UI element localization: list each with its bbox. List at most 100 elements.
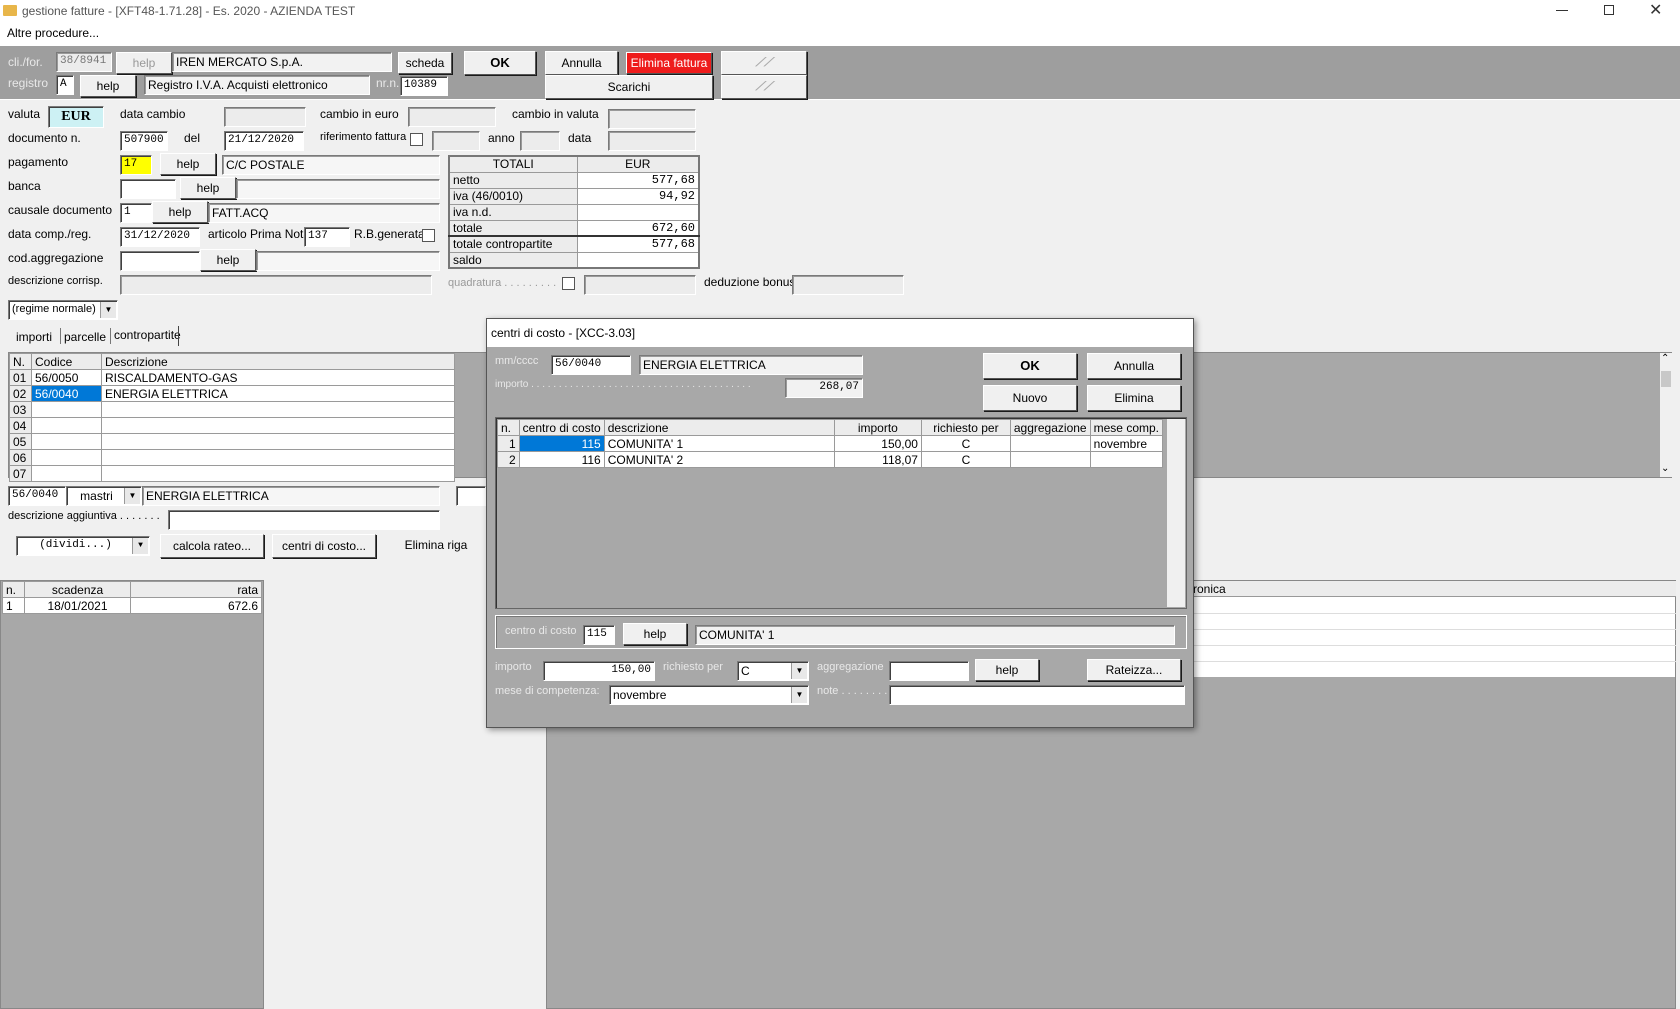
table-row[interactable]: 01 56/0050 RISCALDAMENTO-GAS	[9, 369, 455, 386]
descorr-field[interactable]	[120, 275, 432, 295]
agg-field[interactable]	[889, 661, 969, 681]
window-title: gestione fatture - [XFT48-1.71.28] - Es.…	[22, 4, 356, 18]
mastri-select[interactable]: mastri ▼	[66, 486, 142, 506]
scheda-button[interactable]: scheda	[398, 52, 452, 74]
mmcccc-field[interactable]: 56/0040	[551, 355, 631, 375]
totali-header: TOTALI	[448, 155, 578, 173]
cc-field[interactable]: 115	[583, 625, 615, 645]
data-cambio-field[interactable]	[224, 107, 306, 127]
dialog-nuovo-button[interactable]: Nuovo	[983, 385, 1077, 411]
dialog-annulla-button[interactable]: Annulla	[1087, 353, 1181, 379]
tool-icon-2[interactable]: ⟋⟋	[721, 75, 807, 99]
dialog-ok-button[interactable]: OK	[983, 353, 1077, 379]
rateizza-button[interactable]: Rateizza...	[1087, 659, 1181, 681]
scarichi-button[interactable]: Scarichi	[545, 75, 713, 99]
note-label: note . . . . . . . .	[817, 685, 888, 697]
articolo-label: articolo Prima Nota	[208, 227, 311, 241]
elimina-fattura-button[interactable]: Elimina fattura	[626, 52, 712, 74]
chevron-down-icon[interactable]: ⌄	[1661, 463, 1669, 474]
pagamento-label: pagamento	[8, 155, 69, 169]
del-label: del	[184, 131, 201, 145]
note-field[interactable]	[889, 685, 1185, 705]
menu-altre-procedure[interactable]: Altre procedure...	[7, 26, 99, 40]
anno-field[interactable]	[520, 131, 560, 151]
quadratura-label: quadratura . . . . . . . . .	[448, 277, 557, 289]
table-row[interactable]: 03	[9, 401, 455, 418]
regime-select[interactable]: (regime normale) ▼	[8, 300, 118, 320]
agg-help-button[interactable]: help	[975, 659, 1039, 681]
contro-extra-field[interactable]	[456, 486, 486, 506]
dialog-grid: n. centro di costo descrizione importo r…	[497, 419, 1164, 468]
clifor-field[interactable]: 38/8941	[56, 52, 112, 72]
mese-select[interactable]: novembre ▼	[609, 685, 809, 705]
quadratura-field[interactable]	[584, 275, 696, 295]
chevron-down-icon[interactable]: ▼	[791, 663, 807, 679]
table-row[interactable]: 07	[9, 465, 455, 482]
close-icon[interactable]: ✕	[1649, 0, 1662, 20]
scroll-thumb[interactable]	[1661, 371, 1671, 387]
pagamento-help-button[interactable]: help	[160, 153, 216, 175]
elimina-riga-button[interactable]: Elimina riga	[384, 534, 488, 558]
chevron-down-icon[interactable]: ▼	[132, 538, 148, 554]
causale-field[interactable]: 1	[120, 203, 152, 223]
nr-field[interactable]: 10389	[400, 76, 448, 96]
deduzione-field[interactable]	[792, 275, 904, 295]
table-row[interactable]: 06	[9, 449, 455, 466]
table-row[interactable]: 02 56/0040 ENERGIA ELETTRICA	[9, 385, 455, 402]
rbgen-checkbox[interactable]	[422, 229, 435, 242]
minimize-icon[interactable]	[1556, 10, 1568, 11]
restore-icon[interactable]	[1604, 5, 1614, 15]
chevron-down-icon[interactable]: ▼	[791, 687, 807, 703]
data-field[interactable]	[608, 131, 696, 151]
table-row[interactable]: 05	[9, 433, 455, 450]
valuta-field[interactable]: EUR	[48, 106, 104, 128]
banca-help-button[interactable]: help	[180, 177, 236, 199]
desc-agg-field[interactable]	[168, 510, 440, 530]
table-row[interactable]: 1 18/01/2021 672.6	[2, 597, 262, 614]
documento-field[interactable]: 507900	[120, 131, 168, 151]
chevron-up-icon[interactable]: ⌃	[1661, 353, 1669, 364]
centri-costo-dialog: centri di costo - [XCC-3.03] mm/cccc 56/…	[486, 318, 1194, 728]
registro-field[interactable]: A	[56, 75, 74, 95]
codagg-field[interactable]	[120, 251, 200, 271]
contro-scrollbar[interactable]: ⌃ ⌄	[1660, 353, 1672, 477]
rich-select[interactable]: C ▼	[737, 661, 809, 681]
registro-help-button[interactable]: help	[80, 75, 136, 97]
quadratura-checkbox[interactable]	[562, 277, 575, 290]
cc-help-button[interactable]: help	[623, 623, 687, 645]
chevron-down-icon[interactable]: ▼	[100, 302, 116, 318]
descorr-label: descrizione corrisp.	[8, 275, 103, 287]
tab-importi[interactable]: importi	[16, 330, 52, 344]
imp-field[interactable]: 150,00	[543, 661, 655, 681]
table-row[interactable]: 04	[9, 417, 455, 434]
table-row[interactable]: 2 116 COMUNITA' 2 118,07 C	[497, 451, 1164, 468]
banca-field[interactable]	[120, 179, 176, 199]
articolo-field[interactable]: 137	[304, 227, 350, 247]
clifor-help-button[interactable]: help	[116, 52, 172, 74]
del-field[interactable]: 21/12/2020	[224, 131, 304, 151]
imp-label: importo	[495, 661, 532, 673]
cambio-valuta-field[interactable]	[608, 109, 696, 129]
tab-contropartite[interactable]: contropartite	[114, 328, 181, 342]
centri-costo-button[interactable]: centri di costo...	[272, 534, 376, 558]
rif-fattura-checkbox[interactable]	[410, 133, 423, 146]
tool-icon-1[interactable]: ⟋⟋	[721, 51, 807, 75]
codagg-help-button[interactable]: help	[200, 249, 256, 271]
causale-desc: FATT.ACQ	[208, 203, 440, 223]
ok-button[interactable]: OK	[464, 51, 536, 75]
table-row[interactable]: 1 115 COMUNITA' 1 150,00 C novembre	[497, 435, 1164, 452]
datacomp-field[interactable]: 31/12/2020	[120, 227, 200, 247]
pagamento-field[interactable]: 17	[120, 155, 152, 175]
totali-row: totale 672,60	[448, 219, 700, 237]
dialog-elimina-button[interactable]: Elimina	[1087, 385, 1181, 411]
causale-help-button[interactable]: help	[152, 201, 208, 223]
cambio-euro-field[interactable]	[408, 107, 496, 127]
calcola-rateo-button[interactable]: calcola rateo...	[160, 534, 264, 558]
contro-code-field[interactable]: 56/0040	[8, 486, 66, 506]
rif-fattura-field[interactable]	[432, 131, 480, 151]
dividi-select[interactable]: (dividi...) ▼	[16, 536, 150, 556]
dialog-grid-scrollbar[interactable]	[1167, 419, 1185, 607]
chevron-down-icon[interactable]: ▼	[124, 488, 140, 504]
tab-parcelle[interactable]: parcelle	[64, 330, 106, 344]
annulla-button[interactable]: Annulla	[545, 51, 618, 75]
